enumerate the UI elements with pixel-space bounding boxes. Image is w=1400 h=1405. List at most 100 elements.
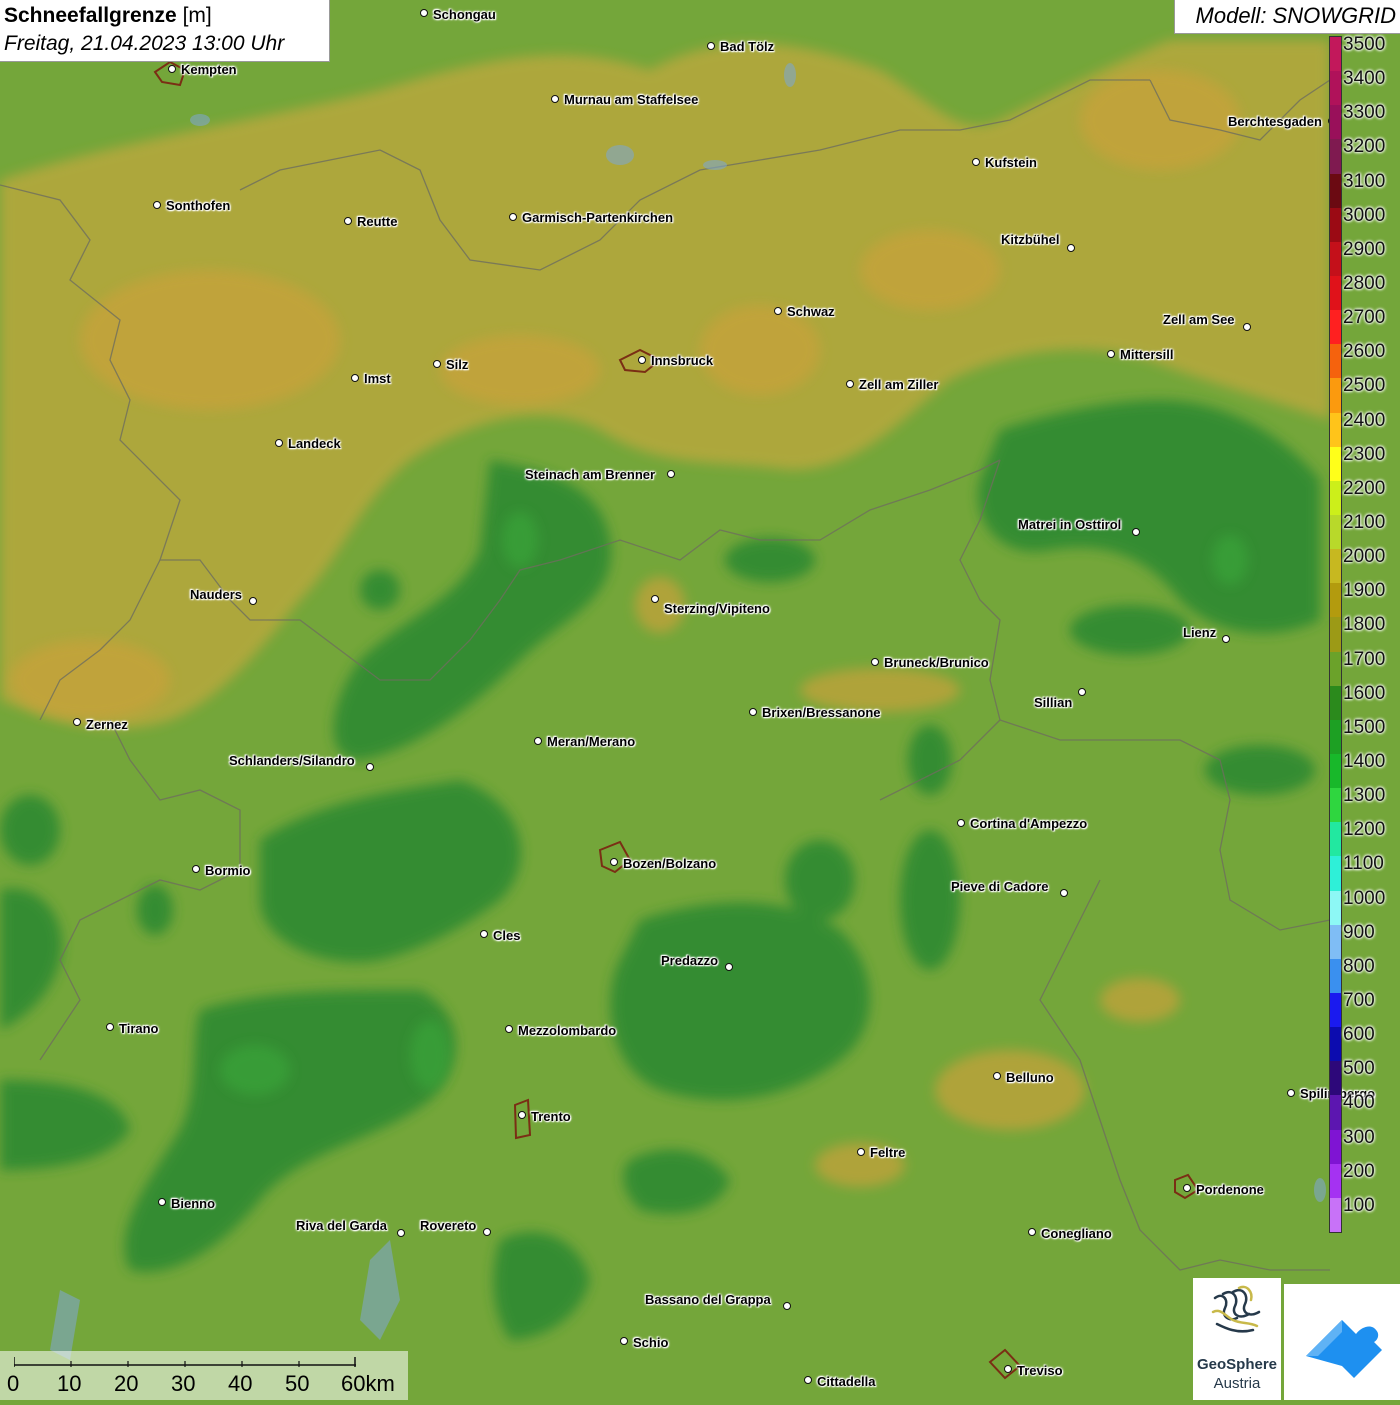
city-dot[interactable] bbox=[610, 858, 618, 866]
city-dot[interactable] bbox=[1060, 889, 1068, 897]
legend-swatch bbox=[1330, 310, 1341, 345]
city-label: Meran/Merano bbox=[547, 734, 636, 749]
legend-label: 1600 bbox=[1343, 682, 1386, 704]
legend-label: 1700 bbox=[1343, 648, 1386, 670]
city-dot[interactable] bbox=[153, 201, 161, 209]
city-label: Zell am Ziller bbox=[859, 377, 939, 392]
city-dot[interactable] bbox=[351, 374, 359, 382]
city-label: Nauders bbox=[190, 587, 243, 602]
legend-label: 1300 bbox=[1343, 785, 1386, 807]
city-dot[interactable] bbox=[651, 595, 659, 603]
city-dot[interactable] bbox=[871, 658, 879, 666]
forecast-date: Freitag, 21.04.2023 13:00 Uhr bbox=[4, 32, 285, 55]
city-dot[interactable] bbox=[509, 213, 517, 221]
city-dot[interactable] bbox=[249, 597, 257, 605]
city-dot[interactable] bbox=[168, 65, 176, 73]
legend-swatch bbox=[1330, 1163, 1341, 1199]
city-label: Bruneck/Brunico bbox=[884, 655, 989, 670]
geosphere-austria-logo[interactable]: GeoSphere Austria bbox=[1193, 1278, 1281, 1400]
legend-label: 400 bbox=[1343, 1092, 1375, 1114]
legend-swatch bbox=[1330, 651, 1341, 687]
city-label: Pieve di Cadore bbox=[951, 879, 1049, 894]
city-dot[interactable] bbox=[1287, 1089, 1295, 1097]
city-dot[interactable] bbox=[783, 1302, 791, 1310]
legend-label: 1500 bbox=[1343, 716, 1386, 738]
legend-label: 1400 bbox=[1343, 751, 1386, 772]
city-dot[interactable] bbox=[1078, 688, 1086, 696]
city-label: Tirano bbox=[119, 1021, 159, 1036]
legend-swatch bbox=[1330, 958, 1341, 994]
city-dot[interactable] bbox=[158, 1198, 166, 1206]
legend-swatch bbox=[1330, 515, 1341, 550]
city-dot[interactable] bbox=[366, 763, 374, 771]
city-dot[interactable] bbox=[518, 1111, 526, 1119]
city-dot[interactable] bbox=[620, 1337, 628, 1345]
city-dot[interactable] bbox=[707, 42, 715, 50]
city-dot[interactable] bbox=[106, 1023, 114, 1031]
weather-app-logo[interactable] bbox=[1284, 1284, 1400, 1400]
city-dot[interactable] bbox=[1028, 1228, 1036, 1236]
city-dot[interactable] bbox=[551, 95, 559, 103]
legend-label: 2900 bbox=[1343, 238, 1386, 260]
legend-label: 300 bbox=[1343, 1126, 1375, 1148]
city-label: Brixen/Bressanone bbox=[762, 705, 881, 720]
city-dot[interactable] bbox=[1004, 1365, 1012, 1373]
city-dot[interactable] bbox=[480, 930, 488, 938]
scale-bar: 0 10 20 30 40 50 60km bbox=[0, 1351, 408, 1400]
city-label: Landeck bbox=[288, 436, 341, 451]
city-dot[interactable] bbox=[725, 963, 733, 971]
city-dot[interactable] bbox=[1222, 635, 1230, 643]
city-dot[interactable] bbox=[192, 865, 200, 873]
city-dot[interactable] bbox=[638, 356, 646, 364]
city-dot[interactable] bbox=[344, 217, 352, 225]
city-dot[interactable] bbox=[1243, 323, 1251, 331]
legend-label: 500 bbox=[1343, 1058, 1375, 1080]
city-dot[interactable] bbox=[275, 439, 283, 447]
city-dot[interactable] bbox=[420, 9, 428, 17]
weather-app-icon bbox=[1306, 1320, 1382, 1378]
legend-label: 2800 bbox=[1343, 273, 1386, 294]
city-dot[interactable] bbox=[804, 1376, 812, 1384]
legend-label: 800 bbox=[1343, 955, 1375, 977]
legend-swatch bbox=[1330, 378, 1341, 414]
scale-label-0: 0 bbox=[7, 1371, 20, 1396]
city-dot[interactable] bbox=[993, 1072, 1001, 1080]
map-title-box: Schneefallgrenze [m] Freitag, 21.04.2023… bbox=[0, 0, 330, 62]
city-label: Kitzbühel bbox=[1001, 232, 1060, 247]
legend-swatch bbox=[1330, 685, 1341, 721]
city-label: Schlanders/Silandro bbox=[229, 753, 355, 768]
city-label: Bassano del Grappa bbox=[645, 1292, 771, 1307]
city-label: Reutte bbox=[357, 214, 398, 229]
model-label: Modell: SNOWGRID bbox=[1174, 0, 1400, 34]
legend-label: 2600 bbox=[1343, 341, 1386, 363]
city-dot[interactable] bbox=[972, 158, 980, 166]
city-dot[interactable] bbox=[1183, 1184, 1191, 1192]
city-dot[interactable] bbox=[846, 380, 854, 388]
city-dot[interactable] bbox=[73, 718, 81, 726]
city-dot[interactable] bbox=[1132, 528, 1140, 536]
city-dot[interactable] bbox=[505, 1025, 513, 1033]
legend-swatch bbox=[1330, 1061, 1341, 1096]
city-dot[interactable] bbox=[433, 360, 441, 368]
city-dot[interactable] bbox=[1067, 244, 1075, 252]
city-label: Bozen/Bolzano bbox=[623, 856, 717, 871]
city-label: Sonthofen bbox=[166, 198, 231, 213]
city-label: Rovereto bbox=[420, 1218, 477, 1233]
city-label: Cles bbox=[493, 928, 521, 943]
city-label: Bienno bbox=[171, 1196, 216, 1211]
legend-swatch bbox=[1330, 993, 1341, 1028]
city-label: Bormio bbox=[205, 863, 251, 878]
city-dot[interactable] bbox=[534, 737, 542, 745]
geosphere-swirl-icon bbox=[1211, 1285, 1261, 1333]
city-dot[interactable] bbox=[957, 819, 965, 827]
legend-swatch bbox=[1330, 1027, 1341, 1062]
legend-label: 1800 bbox=[1343, 614, 1386, 636]
city-dot[interactable] bbox=[857, 1148, 865, 1156]
city-dot[interactable] bbox=[667, 470, 675, 478]
legend-label: 900 bbox=[1343, 921, 1375, 943]
city-dot[interactable] bbox=[1107, 350, 1115, 358]
city-dot[interactable] bbox=[749, 708, 757, 716]
city-dot[interactable] bbox=[483, 1228, 491, 1236]
city-dot[interactable] bbox=[397, 1229, 405, 1237]
city-dot[interactable] bbox=[774, 307, 782, 315]
